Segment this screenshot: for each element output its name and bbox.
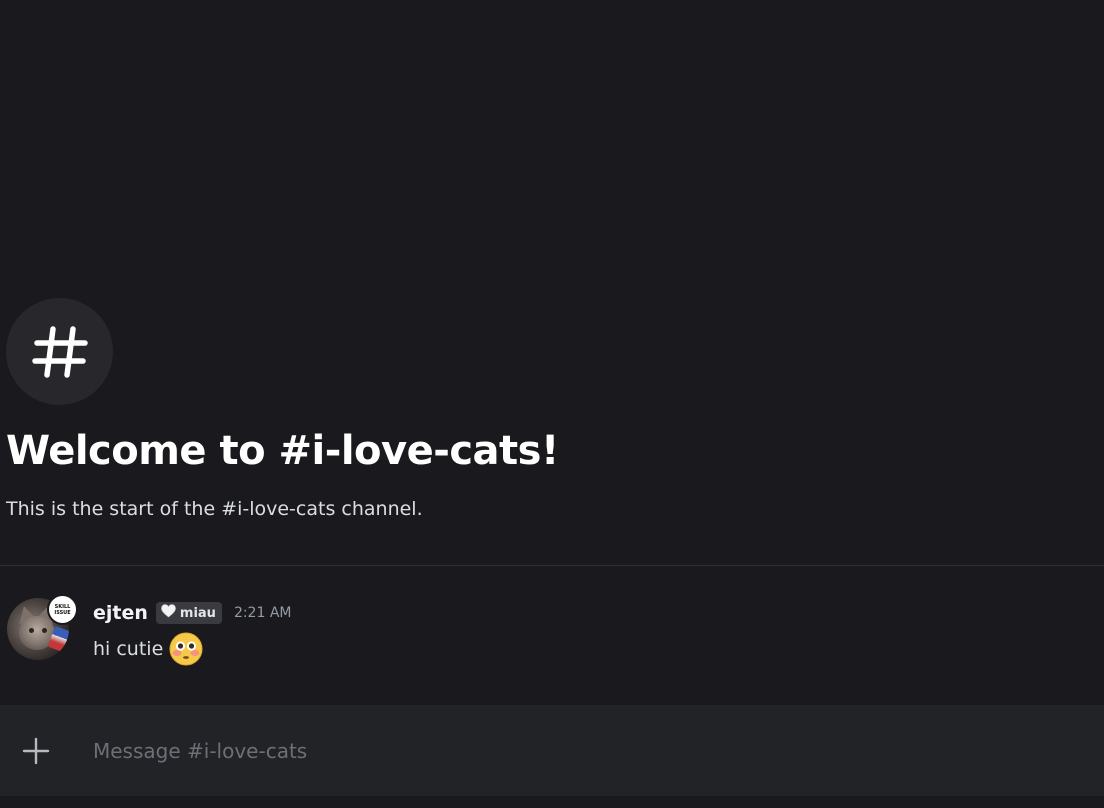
avatar[interactable]: SKILL ISSUE bbox=[7, 594, 78, 660]
add-attachment-button[interactable] bbox=[20, 735, 52, 767]
message-input[interactable] bbox=[93, 733, 1073, 769]
white-heart-icon bbox=[161, 604, 176, 622]
avatar-decoration-badge: SKILL ISSUE bbox=[47, 594, 78, 625]
bottom-strip bbox=[0, 796, 1104, 808]
hashtag-icon bbox=[31, 325, 88, 378]
channel-welcome-title: Welcome to #i-love-cats! bbox=[6, 428, 559, 474]
message-timestamp[interactable]: 2:21 AM bbox=[234, 605, 292, 621]
message-content: hi cutie bbox=[93, 632, 203, 666]
flushed-face-emoji[interactable] bbox=[169, 632, 203, 666]
message-item[interactable]: SKILL ISSUE ejten miau 2:21 AM hi cutie bbox=[0, 592, 1104, 672]
message-header: ejten miau 2:21 AM bbox=[93, 600, 291, 626]
role-tag[interactable]: miau bbox=[155, 602, 222, 624]
plus-icon bbox=[22, 737, 50, 765]
channel-welcome-subtitle: This is the start of the #i-love-cats ch… bbox=[6, 498, 423, 520]
message-composer bbox=[0, 705, 1104, 796]
message-text: hi cutie bbox=[93, 638, 164, 660]
avatar-badge-line-2: ISSUE bbox=[54, 609, 71, 616]
message-author[interactable]: ejten bbox=[93, 600, 148, 626]
message-divider bbox=[0, 565, 1104, 566]
role-tag-label: miau bbox=[179, 605, 216, 621]
chat-view: Welcome to #i-love-cats! This is the sta… bbox=[0, 0, 1104, 808]
channel-hashtag-icon-circle bbox=[6, 298, 113, 405]
